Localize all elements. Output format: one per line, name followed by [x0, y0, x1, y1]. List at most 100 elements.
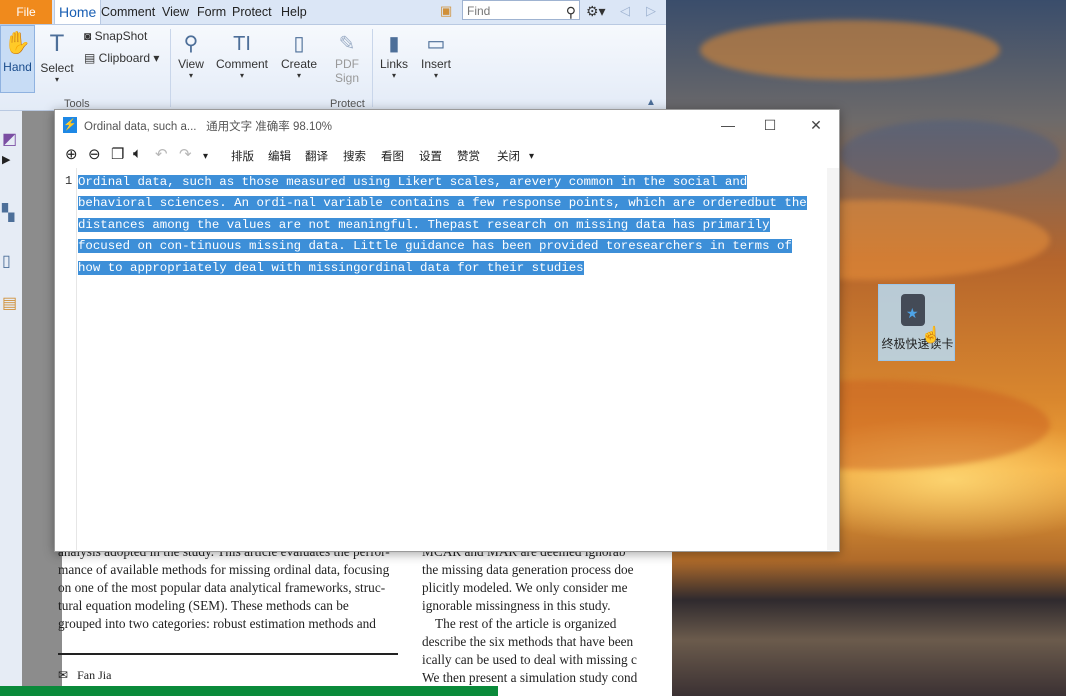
page-icon: ▯ [293, 33, 305, 55]
chevron-down-icon: ▾ [150, 51, 160, 65]
cloud [840, 120, 1060, 190]
cmd-search[interactable]: 搜索 [343, 148, 366, 164]
bookmark-icon[interactable]: ◩ [2, 129, 17, 149]
insert-button[interactable]: ▭ Insert ▾ [416, 31, 456, 80]
text-line: Ordinal data, such as those measured usi… [78, 175, 748, 189]
envelope-icon: ✉ [58, 668, 78, 682]
lightning-icon: ⚡ [63, 117, 77, 133]
hand-label: Hand [3, 60, 32, 74]
pdf-sign-button[interactable]: ✎ PDF Sign [330, 31, 364, 85]
pdf-sign-label-1: PDF [335, 57, 359, 71]
links-label: Links [379, 57, 408, 71]
chevron-down-icon: ▾ [296, 71, 301, 80]
zoom-out-icon[interactable]: ⊖ [88, 145, 101, 163]
minimize-icon[interactable]: — [715, 114, 741, 136]
menu-comment[interactable]: Comment [101, 0, 155, 24]
text-line: focused on con-tinuous missing data. Lit… [78, 239, 792, 254]
cmd-close[interactable]: 关闭 [497, 148, 520, 164]
menu-view[interactable]: View [162, 0, 189, 24]
text-line: behavioral sciences. An ordi-nal variabl… [78, 196, 807, 211]
vertical-scrollbar[interactable] [827, 168, 839, 550]
cmd-appreciate[interactable]: 赞赏 [457, 148, 480, 164]
find-placeholder: Find [467, 4, 491, 18]
clipboard-label: Clipboard [98, 51, 151, 65]
back-icon[interactable]: ◁ [620, 3, 630, 19]
chevron-down-icon: ▾ [433, 71, 438, 80]
text-line: The rest of the article is organized [422, 616, 617, 631]
comments-icon[interactable]: ▤ [2, 293, 17, 313]
menu-protect[interactable]: Protect [232, 0, 272, 24]
cmd-settings[interactable]: 设置 [419, 148, 442, 164]
folder-icon[interactable]: ▣ [440, 3, 452, 19]
star-icon: ★ [906, 305, 919, 321]
pages-icon[interactable]: ▚ [2, 203, 14, 223]
collapse-ribbon-icon[interactable]: ▲ [646, 97, 656, 108]
undo-icon[interactable]: ↶ [155, 145, 168, 163]
cmd-layout[interactable]: 排版 [231, 148, 254, 164]
chevron-down-icon: ▾ [391, 71, 396, 80]
cloud [700, 20, 1000, 80]
maximize-icon[interactable]: ☐ [757, 114, 783, 136]
text-line: on one of the most popular data analytic… [58, 580, 386, 595]
comment-button[interactable]: TI Comment ▾ [214, 31, 270, 80]
more-commands-icon[interactable]: ▾ [529, 151, 534, 162]
text-line: ically can be used to deal with missing … [422, 652, 637, 667]
expand-pane-icon[interactable]: ▶ [2, 153, 10, 166]
magnifier-icon: ⚲ [183, 33, 199, 55]
create-button[interactable]: ▯ Create ▾ [278, 31, 320, 80]
document-column-left: analysis adopted in the study. This arti… [58, 543, 398, 633]
cmd-view-image[interactable]: 看图 [381, 148, 404, 164]
hand-button[interactable]: ✋ Hand [0, 25, 35, 93]
clipboard-button[interactable]: ▤ Clipboard ▾ [84, 51, 159, 65]
text-line: distances among the values are not meani… [78, 217, 770, 232]
view-label: View [178, 57, 204, 71]
snapshot-button[interactable]: ◙ SnapShot [84, 29, 147, 43]
close-icon[interactable]: ✕ [803, 114, 829, 136]
view-button[interactable]: ⚲ View ▾ [174, 31, 208, 80]
menu-help[interactable]: Help [281, 0, 307, 24]
redo-icon[interactable]: ↷ [179, 145, 192, 163]
more-icon[interactable]: ▾ [203, 151, 208, 162]
menu-form[interactable]: Form [197, 0, 226, 24]
text-line: plicitly modeled. We only consider me [422, 580, 628, 595]
comment-label: Comment [215, 57, 268, 71]
search-icon[interactable]: ⚲ [566, 2, 576, 22]
text-line: grouped into two categories: robust esti… [58, 616, 376, 631]
copy-icon[interactable]: ❐ [111, 145, 124, 163]
links-button[interactable]: ▮ Links ▾ [376, 31, 412, 80]
speaker-icon[interactable]: 🔈︎ [133, 145, 142, 162]
text-line: We then present a simulation study cond [422, 670, 638, 685]
ocr-accuracy: 通用文字 准确率 98.10% [206, 121, 333, 133]
ocr-toolbar: ⊕ ⊖ ❐ 🔈︎ ↶ ↷ ▾ 排版 编辑 翻译 搜索 看图 设置 赞赏 关闭 ▾ [55, 141, 839, 167]
find-input[interactable]: Find ⚲ [462, 0, 580, 20]
gear-icon[interactable]: ⚙▾ [586, 3, 606, 20]
home-tab[interactable]: Home [54, 0, 102, 24]
menu-bar: File Home Comment View Form Protect Help… [0, 0, 666, 25]
chevron-down-icon: ▾ [54, 75, 59, 84]
cmd-translate[interactable]: 翻译 [305, 148, 328, 164]
cmd-edit[interactable]: 编辑 [268, 148, 291, 164]
ocr-text-area[interactable]: 1 Ordinal data, such as those measured u… [55, 168, 825, 550]
desktop-shortcut[interactable]: ★ 终极快速读卡 [878, 284, 955, 361]
create-label: Create [280, 57, 318, 71]
select-button[interactable]: T Select ▾ [38, 27, 76, 84]
document-column-right: MCAR and MAR are deemed ignorab the miss… [422, 543, 648, 687]
ocr-text[interactable]: Ordinal data, such as those measured usi… [78, 172, 820, 279]
ocr-title-bar[interactable]: ⚡ Ordinal data, such a... 通用文字 准确率 98.10… [55, 110, 839, 140]
zoom-in-icon[interactable]: ⊕ [65, 145, 78, 163]
text-cursor-icon: T [49, 30, 65, 57]
separator [170, 29, 171, 107]
layers-icon[interactable]: ▯ [2, 251, 11, 271]
pdf-sign-label-2: Sign [334, 71, 360, 85]
author-footnote: ✉ Fan Jia [58, 668, 111, 683]
separator [372, 29, 373, 107]
select-label: Select [40, 61, 74, 75]
insert-icon: ▭ [426, 33, 446, 55]
file-tab[interactable]: File [0, 0, 52, 24]
link-icon: ▮ [388, 33, 400, 55]
shortcut-label: 终极快速读卡 [881, 337, 954, 351]
insert-label: Insert [420, 57, 451, 71]
forward-icon[interactable]: ▷ [646, 3, 656, 19]
author-name: Fan Jia [77, 668, 112, 682]
line-number-gutter: 1 [55, 168, 77, 550]
